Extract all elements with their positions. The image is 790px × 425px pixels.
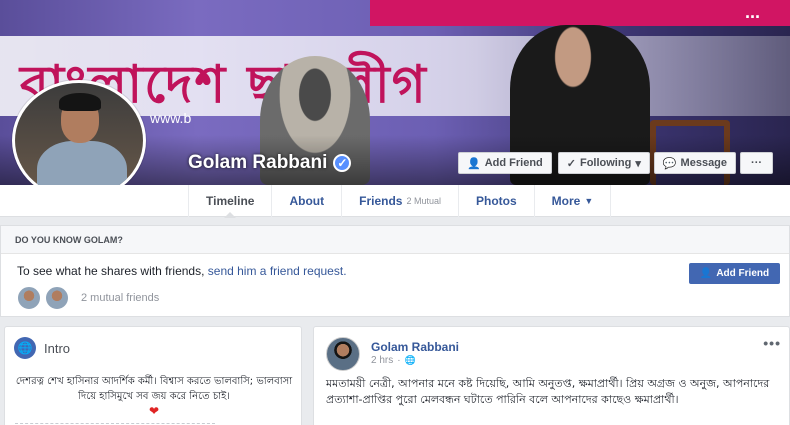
post-options-button[interactable]: ••• — [763, 335, 781, 351]
friend-request-prompt-text: To see what he shares with friends, — [17, 264, 205, 278]
avatar-hair — [59, 93, 101, 111]
chevron-down-icon: ▾ — [635, 157, 641, 170]
add-friend-label: Add Friend — [484, 157, 543, 169]
mutual-friends-row[interactable]: 2 mutual friends — [17, 286, 159, 310]
tab-more[interactable]: More ▼ — [535, 185, 612, 217]
post-author-name[interactable]: Golam Rabbani — [371, 340, 459, 354]
profile-tab-bar: Timeline About Friends 2 Mutual Photos M… — [0, 185, 790, 218]
cover-action-buttons: 👤 Add Friend ✓ Following ▾ 💬 Message ··· — [458, 152, 774, 174]
add-friend-button[interactable]: 👤 Add Friend — [458, 152, 552, 174]
tab-timeline-label: Timeline — [206, 194, 255, 208]
add-friend-icon: 👤 — [699, 268, 713, 279]
tab-timeline[interactable]: Timeline — [188, 185, 273, 218]
profile-name-row: Golam Rabbani ✓ — [188, 152, 352, 174]
following-label: Following — [579, 157, 632, 169]
post-author-avatar[interactable] — [326, 337, 360, 371]
more-options-button[interactable]: ··· — [740, 152, 774, 174]
cover-url-fragment: www.b — [150, 110, 192, 126]
tab-friends[interactable]: Friends 2 Mutual — [342, 185, 459, 217]
tab-about[interactable]: About — [272, 185, 343, 217]
following-button[interactable]: ✓ Following ▾ — [557, 152, 650, 174]
profile-name[interactable]: Golam Rabbani — [188, 152, 327, 174]
intro-title-row: 🌐 Intro — [14, 337, 70, 359]
add-friend-icon: 👤 — [467, 157, 481, 170]
do-you-know-card: DO YOU KNOW GOLAM? To see what he shares… — [0, 225, 790, 317]
tab-friends-mutual-count: 2 Mutual — [406, 196, 441, 206]
message-label: Message — [680, 157, 728, 169]
message-button[interactable]: 💬 Message — [653, 152, 737, 174]
tab-photos-label: Photos — [476, 194, 517, 208]
profile-tabs: Timeline About Friends 2 Mutual Photos M… — [188, 185, 612, 218]
profile-picture[interactable] — [12, 80, 146, 201]
friend-request-prompt: To see what he shares with friends, send… — [17, 264, 347, 278]
timeline-post: Golam Rabbani 2 hrs · 🌐 ••• মমতাময়ী নেত… — [313, 326, 790, 425]
check-icon: ✓ — [566, 157, 576, 170]
globe-icon: 🌐 — [404, 355, 416, 365]
add-friend-primary-button[interactable]: 👤 Add Friend — [689, 263, 780, 284]
mutual-friends-count[interactable]: 2 mutual friends — [81, 292, 159, 304]
tab-more-label: More — [551, 194, 581, 208]
intro-bio: দেশরত্ন শেখ হাসিনার আদর্শিক কর্মী। বিশ্ব… — [15, 374, 293, 420]
post-text: মমতাময়ী নেত্রী, আপনার মনে কষ্ট দিয়েছি,… — [326, 377, 770, 406]
verified-badge-icon: ✓ — [333, 154, 352, 172]
mutual-friend-avatar[interactable] — [17, 286, 41, 310]
globe-icon: 🌐 — [14, 337, 36, 359]
post-timestamp[interactable]: 2 hrs — [371, 355, 393, 366]
tab-friends-label: Friends — [359, 194, 403, 208]
intro-bio-text: দেশরত্ন শেখ হাসিনার আদর্শিক কর্মী। বিশ্ব… — [15, 376, 293, 402]
chevron-down-icon: ▼ — [584, 196, 594, 206]
cover-top-strip: ... — [370, 0, 790, 26]
more-options-label: ··· — [751, 157, 763, 169]
heart-icon: ❤ — [148, 404, 160, 418]
mutual-friend-avatar[interactable] — [45, 286, 69, 310]
do-you-know-header: DO YOU KNOW GOLAM? — [1, 226, 789, 254]
post-meta: 2 hrs · 🌐 — [371, 355, 416, 366]
tab-about-label: About — [289, 194, 325, 208]
tab-photos[interactable]: Photos — [459, 185, 535, 217]
cover-top-strip-text: ... — [744, 2, 760, 22]
intro-title: Intro — [44, 340, 71, 356]
dot-separator: · — [397, 355, 401, 366]
intro-card: 🌐 Intro দেশরত্ন শেখ হাসিনার আদর্শিক কর্ম… — [4, 326, 302, 425]
send-friend-request-link[interactable]: send him a friend request. — [208, 264, 347, 278]
messenger-icon: 💬 — [662, 157, 677, 170]
add-friend-primary-label: Add Friend — [716, 268, 770, 279]
